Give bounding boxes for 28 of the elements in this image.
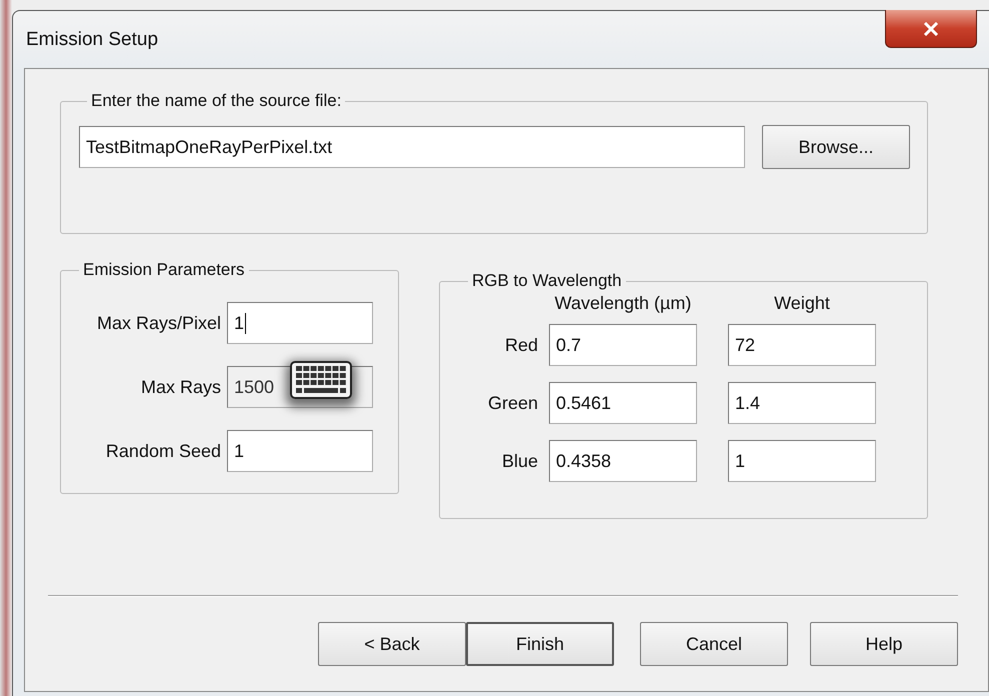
dialog-button[interactable]: Help <box>810 622 958 666</box>
column-header: Weight <box>773 293 831 314</box>
row-label: Red <box>504 334 538 356</box>
wavelength-field[interactable]: 0.4358 <box>549 440 697 482</box>
weight-field[interactable]: 1 <box>728 440 876 482</box>
row-label: Blue <box>500 450 538 472</box>
dialog-button[interactable]: < Back <box>318 622 466 666</box>
file-name-field[interactable]: TestBitmapOneRayPerPixel.txt <box>79 126 745 168</box>
wavelength-field[interactable]: 0.5461 <box>549 382 697 424</box>
wavelength-field[interactable]: 0.7 <box>549 324 697 366</box>
window-title: Emission Setup <box>25 28 158 50</box>
weight-field[interactable]: 1.4 <box>728 382 876 424</box>
browse-button[interactable]: Browse... <box>762 125 910 169</box>
row-label: Green <box>486 392 538 414</box>
field-label: Random Seed <box>104 440 221 462</box>
column-header: Wavelength (µm) <box>554 293 692 314</box>
field-label: Max Rays/Pixel <box>96 312 221 334</box>
group-label: RGB to Wavelength <box>471 271 623 291</box>
number-field[interactable]: 1 <box>227 302 373 344</box>
group-label: Enter the name of the source file: <box>90 91 342 111</box>
close-icon <box>923 22 939 36</box>
weight-field[interactable]: 72 <box>728 324 876 366</box>
dialog-button[interactable]: Cancel <box>640 622 788 666</box>
dialog-button[interactable]: Finish <box>466 622 614 666</box>
field-label: Max Rays <box>140 376 221 398</box>
close-button[interactable] <box>885 10 977 48</box>
group-label: Emission Parameters <box>82 260 246 280</box>
number-field[interactable]: 1 <box>227 430 373 472</box>
